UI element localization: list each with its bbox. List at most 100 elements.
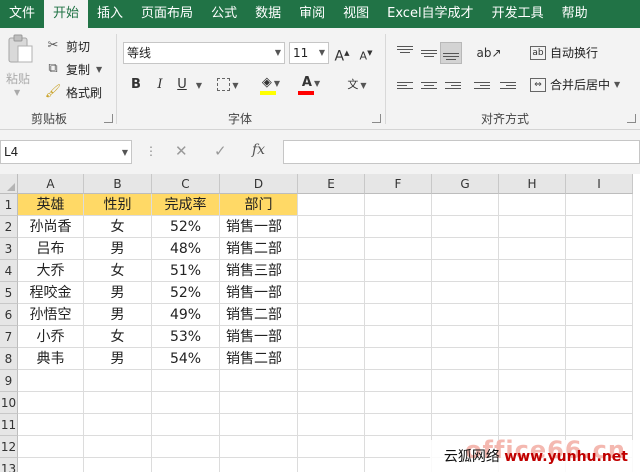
clipboard-launcher-icon[interactable]	[104, 114, 113, 123]
cell-i1[interactable]	[566, 194, 633, 216]
cell-h10[interactable]	[499, 392, 566, 414]
cell-b10[interactable]	[84, 392, 152, 414]
cell-f12[interactable]	[365, 436, 432, 458]
tab-view[interactable]: 视图	[334, 0, 378, 28]
insert-function-button[interactable]: fx	[252, 142, 265, 158]
paste-icon[interactable]	[6, 34, 34, 64]
orientation-button[interactable]: ab↗	[474, 42, 504, 64]
cell-e12[interactable]	[298, 436, 365, 458]
cell-h11[interactable]	[499, 414, 566, 436]
cell-a1[interactable]: 英雄	[18, 194, 84, 216]
cell-a11[interactable]	[18, 414, 84, 436]
cell-i10[interactable]	[566, 392, 633, 414]
cell-f13[interactable]	[365, 458, 432, 472]
row-header-10[interactable]: 10	[0, 392, 18, 414]
cell-b8[interactable]: 男	[84, 348, 152, 370]
cell-c4[interactable]: 51%	[152, 260, 220, 282]
cell-g9[interactable]	[432, 370, 499, 392]
cell-b5[interactable]: 男	[84, 282, 152, 304]
cell-f6[interactable]	[365, 304, 432, 326]
cell-d12[interactable]	[220, 436, 298, 458]
cell-d5[interactable]: 销售一部	[220, 282, 298, 304]
cell-h4[interactable]	[499, 260, 566, 282]
cell-i3[interactable]	[566, 238, 633, 260]
row-header-5[interactable]: 5	[0, 282, 18, 304]
paste-dropdown-icon[interactable]: ▼	[14, 88, 20, 97]
underline-button[interactable]: U	[174, 74, 190, 96]
cell-c2[interactable]: 52%	[152, 216, 220, 238]
cell-h6[interactable]	[499, 304, 566, 326]
decrease-indent-icon[interactable]	[474, 80, 490, 91]
tab-home[interactable]: 开始	[44, 0, 89, 28]
paste-button-label[interactable]: 粘贴	[6, 70, 30, 87]
cell-h1[interactable]	[499, 194, 566, 216]
column-header-f[interactable]: F	[365, 174, 432, 194]
row-header-4[interactable]: 4	[0, 260, 18, 282]
cell-e13[interactable]	[298, 458, 365, 472]
formula-bar-grip-icon[interactable]: ⋮	[145, 144, 157, 158]
cell-i8[interactable]	[566, 348, 633, 370]
cell-c5[interactable]: 52%	[152, 282, 220, 304]
cell-g1[interactable]	[432, 194, 499, 216]
cell-e4[interactable]	[298, 260, 365, 282]
cell-f4[interactable]	[365, 260, 432, 282]
cell-d1[interactable]: 部门	[220, 194, 298, 216]
cell-g6[interactable]	[432, 304, 499, 326]
cell-c12[interactable]	[152, 436, 220, 458]
cut-button[interactable]: ✂ 剪切	[44, 36, 90, 56]
font-name-select[interactable]: 等线 ▼	[123, 42, 285, 64]
shrink-font-button[interactable]: A▼	[358, 42, 374, 64]
cell-b4[interactable]: 女	[84, 260, 152, 282]
tab-formulas[interactable]: 公式	[202, 0, 246, 28]
cell-i2[interactable]	[566, 216, 633, 238]
row-header-1[interactable]: 1	[0, 194, 18, 216]
font-launcher-icon[interactable]	[372, 114, 381, 123]
tab-insert[interactable]: 插入	[88, 0, 132, 28]
cell-a7[interactable]: 小乔	[18, 326, 84, 348]
cell-f3[interactable]	[365, 238, 432, 260]
wrap-text-button[interactable]: ab 自动换行	[530, 42, 598, 64]
cell-e9[interactable]	[298, 370, 365, 392]
cell-d6[interactable]: 销售二部	[220, 304, 298, 326]
cell-e10[interactable]	[298, 392, 365, 414]
cell-c3[interactable]: 48%	[152, 238, 220, 260]
grow-font-button[interactable]: A▲	[334, 42, 350, 65]
cell-g10[interactable]	[432, 392, 499, 414]
cell-g11[interactable]	[432, 414, 499, 436]
tab-developer[interactable]: 开发工具	[483, 0, 553, 28]
cell-h7[interactable]	[499, 326, 566, 348]
cell-b12[interactable]	[84, 436, 152, 458]
cell-e1[interactable]	[298, 194, 365, 216]
cancel-icon[interactable]: ✕	[175, 142, 188, 160]
cell-d10[interactable]	[220, 392, 298, 414]
cell-d13[interactable]	[220, 458, 298, 472]
tab-help[interactable]: 帮助	[553, 0, 597, 28]
cell-c6[interactable]: 49%	[152, 304, 220, 326]
cell-i6[interactable]	[566, 304, 633, 326]
bold-button[interactable]: B	[128, 74, 144, 96]
align-center-icon[interactable]	[421, 80, 437, 91]
cell-e7[interactable]	[298, 326, 365, 348]
cell-c7[interactable]: 53%	[152, 326, 220, 348]
borders-button[interactable]: ▼	[216, 74, 240, 96]
cell-g2[interactable]	[432, 216, 499, 238]
cell-f2[interactable]	[365, 216, 432, 238]
cell-i11[interactable]	[566, 414, 633, 436]
cell-c8[interactable]: 54%	[152, 348, 220, 370]
phonetic-guide-button[interactable]: 文 ▼	[342, 74, 372, 96]
cell-i9[interactable]	[566, 370, 633, 392]
cell-b6[interactable]: 男	[84, 304, 152, 326]
cell-c10[interactable]	[152, 392, 220, 414]
cell-d7[interactable]: 销售一部	[220, 326, 298, 348]
row-header-2[interactable]: 2	[0, 216, 18, 238]
cell-b3[interactable]: 男	[84, 238, 152, 260]
merge-center-button[interactable]: ⇔ 合并后居中 ▼	[530, 74, 620, 96]
cell-h8[interactable]	[499, 348, 566, 370]
cell-i4[interactable]	[566, 260, 633, 282]
column-header-b[interactable]: B	[84, 174, 152, 194]
cell-b13[interactable]	[84, 458, 152, 472]
cell-e6[interactable]	[298, 304, 365, 326]
format-painter-button[interactable]: 🖌 格式刷	[44, 82, 102, 102]
column-header-d[interactable]: D	[220, 174, 298, 194]
cell-c13[interactable]	[152, 458, 220, 472]
